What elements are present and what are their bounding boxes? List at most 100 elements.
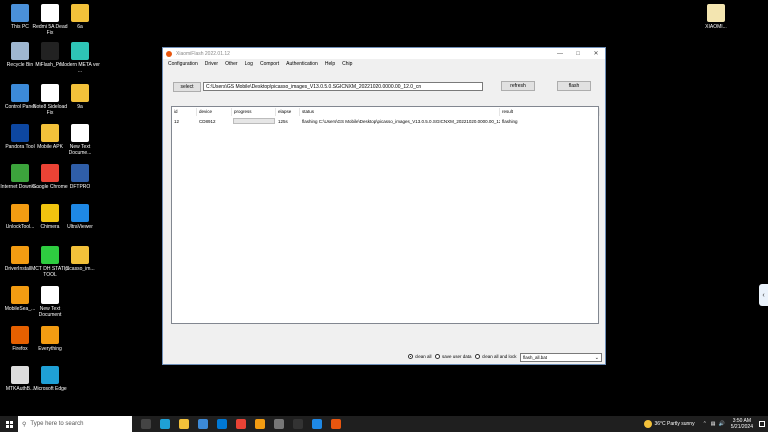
- cell-result: flashing: [502, 118, 518, 124]
- clean-all-lock-radio[interactable]: clean all and lock: [475, 354, 517, 359]
- device-list[interactable]: id device progress elapse status result …: [171, 106, 600, 324]
- column-id[interactable]: id: [172, 108, 197, 116]
- recycle-bin-icon: [11, 42, 29, 60]
- document-icon: [41, 4, 59, 22]
- toolbar: select C:\Users\GS Mobile\Desktop\picass…: [163, 81, 605, 93]
- store-icon[interactable]: [198, 419, 208, 429]
- select-button[interactable]: select: [173, 82, 201, 92]
- desktop-icon[interactable]: 9a: [62, 84, 98, 110]
- menu-authentication[interactable]: Authentication: [286, 61, 318, 67]
- folder-icon: [41, 124, 59, 142]
- cell-id: 12: [174, 118, 180, 124]
- cell-status: flashing C:\Users\GS Mobile\Desktop\pica…: [302, 118, 500, 124]
- everything-icon: [41, 326, 59, 344]
- menu-other[interactable]: Other: [225, 61, 238, 67]
- chevron-up-icon[interactable]: ⌃: [703, 421, 707, 427]
- search-box[interactable]: ⚲ Type here to search: [18, 416, 132, 432]
- close-icon[interactable]: ✕: [587, 50, 605, 57]
- desktop-icon[interactable]: New Text Docume...: [62, 124, 98, 156]
- chimera-icon: [41, 204, 59, 222]
- mtk-icon: [11, 366, 29, 384]
- dftpro-icon: [71, 164, 89, 182]
- cell-elapse: 125s: [278, 118, 288, 124]
- desktop-icon[interactable]: picasso_im...: [62, 246, 98, 272]
- archive-icon: [71, 246, 89, 264]
- menu-configuration[interactable]: Configuration: [168, 61, 198, 67]
- column-status[interactable]: status: [300, 108, 500, 116]
- firefox-icon: [11, 326, 29, 344]
- chevron-down-icon: ⌄: [594, 355, 599, 361]
- pandora-icon: [11, 124, 29, 142]
- minimize-icon[interactable]: —: [551, 51, 569, 57]
- progress-bar: [233, 118, 275, 124]
- radio-dot: [475, 354, 480, 359]
- desktop-icon[interactable]: XIAOMI...: [698, 4, 734, 30]
- desktop-icon[interactable]: Everything: [32, 326, 68, 352]
- desktop-icon[interactable]: New Text Document: [32, 286, 68, 318]
- column-device[interactable]: device: [197, 108, 232, 116]
- document-icon: [707, 4, 725, 22]
- desktop-icon[interactable]: Modern META ver ...: [60, 42, 100, 74]
- taskbar: ⚲ Type here to search 36°C Partly sunny …: [0, 416, 768, 432]
- desktop-icon-label: Modern META ver ...: [60, 62, 100, 74]
- radio-dot: [435, 354, 440, 359]
- app-taskbar-icon[interactable]: [274, 419, 284, 429]
- clean-all-label: clean all: [415, 354, 432, 359]
- chrome-icon: [41, 164, 59, 182]
- weather-text[interactable]: 36°C Partly sunny: [655, 421, 695, 427]
- menu-help[interactable]: Help: [325, 61, 335, 67]
- side-drawer-tab[interactable]: ‹: [759, 284, 768, 306]
- desktop-icon-label: 9a: [77, 104, 83, 110]
- mail-icon[interactable]: [217, 419, 227, 429]
- unlocktool-taskbar-icon[interactable]: [255, 419, 265, 429]
- app-icon: [166, 50, 172, 57]
- column-result[interactable]: result: [500, 108, 600, 116]
- desktop-icon[interactable]: Microsoft Edge: [32, 366, 68, 392]
- chrome-taskbar-icon[interactable]: [236, 419, 246, 429]
- volume-icon[interactable]: 🔊: [719, 421, 725, 427]
- clean-all-radio[interactable]: clean all: [408, 354, 432, 359]
- desktop-icon[interactable]: 6a: [62, 4, 98, 30]
- save-user-data-radio[interactable]: save user data: [435, 354, 472, 359]
- folder-icon: [71, 84, 89, 102]
- driver-icon: [11, 246, 29, 264]
- pc-icon: [11, 4, 29, 22]
- ultraviewer-taskbar-icon[interactable]: [312, 419, 322, 429]
- table-row[interactable]: 12 CD8912 125s flashing C:\Users\GS Mobi…: [172, 117, 598, 125]
- desktop-icon[interactable]: DFTPRO: [62, 164, 98, 190]
- menu-log[interactable]: Log: [245, 61, 253, 67]
- edge-taskbar-icon[interactable]: [160, 419, 170, 429]
- desktop-icon-label: DFTPRO: [69, 184, 91, 190]
- desktop-icon-label: picasso_im...: [65, 266, 95, 272]
- column-progress[interactable]: progress: [232, 108, 276, 116]
- path-input[interactable]: C:\Users\GS Mobile\Desktop\picasso_image…: [203, 82, 483, 91]
- network-icon[interactable]: ▤: [711, 421, 716, 427]
- desktop-icon-label: UltraViewer: [67, 224, 93, 230]
- meta-icon: [71, 42, 89, 60]
- desktop-icon-label: Microsoft Edge: [33, 386, 67, 392]
- search-icon: ⚲: [22, 421, 27, 428]
- script-select[interactable]: flash_all.bat ⌄: [520, 353, 602, 362]
- file-explorer-icon[interactable]: [179, 419, 189, 429]
- flash-button[interactable]: flash: [557, 81, 591, 91]
- window-title: XiaomiFlash 2022.01.12: [176, 50, 230, 57]
- refresh-button[interactable]: refresh: [501, 81, 535, 91]
- xiaomiflash-taskbar-icon[interactable]: [331, 419, 341, 429]
- menu-driver[interactable]: Driver: [205, 61, 218, 67]
- title-bar: XiaomiFlash 2022.01.12 — □ ✕: [163, 48, 605, 59]
- script-select-value: flash_all.bat: [523, 355, 548, 360]
- menu-comport[interactable]: Comport: [260, 61, 279, 67]
- column-elapse[interactable]: elapse: [276, 108, 300, 116]
- document-icon: [41, 84, 59, 102]
- list-header: id device progress elapse status result: [172, 108, 600, 116]
- date-text: 5/21/2024: [730, 424, 753, 430]
- maximize-icon[interactable]: □: [569, 51, 587, 57]
- desktop-icon-label: Everything: [38, 346, 62, 352]
- task-view-icon[interactable]: [141, 419, 151, 429]
- app-taskbar-icon[interactable]: [293, 419, 303, 429]
- notification-icon[interactable]: [759, 421, 765, 427]
- clock[interactable]: 3:50 AM 5/21/2024: [731, 418, 753, 430]
- desktop-icon[interactable]: UltraViewer: [62, 204, 98, 230]
- start-button[interactable]: [0, 416, 18, 432]
- menu-chip[interactable]: Chip: [342, 61, 352, 67]
